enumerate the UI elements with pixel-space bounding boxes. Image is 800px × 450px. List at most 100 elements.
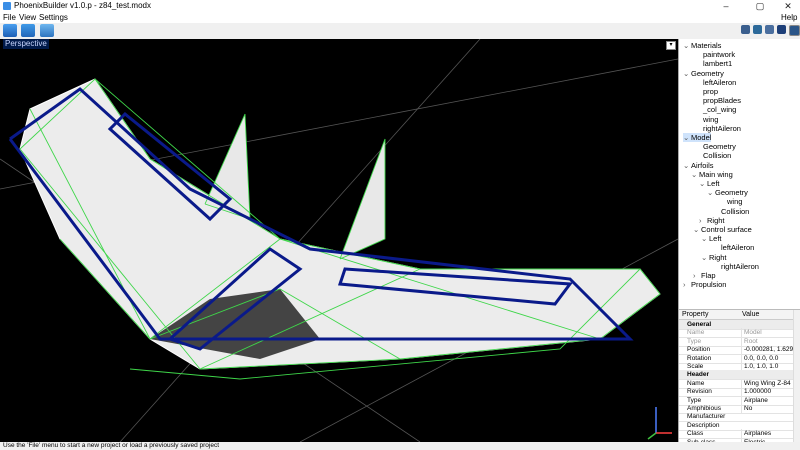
tree-item-label: Main wing: [699, 169, 733, 179]
tree-toggle-icon[interactable]: ⌄: [701, 253, 709, 262]
tree-item[interactable]: ⌄ Left: [701, 234, 722, 243]
tree-toggle-icon[interactable]: ⌄: [683, 69, 691, 78]
tree-item-label: Collision: [721, 206, 750, 216]
tree-item[interactable]: ⌄ Control surface: [693, 225, 752, 234]
view-wireframe-icon[interactable]: [789, 25, 800, 36]
view-side-icon[interactable]: [753, 25, 762, 34]
view-perspective-icon[interactable]: [777, 25, 786, 34]
view-front-icon[interactable]: [741, 25, 750, 34]
tree-item-label: Left: [707, 179, 720, 188]
tree-item[interactable]: prop: [695, 87, 718, 96]
tree-toggle-icon[interactable]: ⌄: [691, 170, 699, 179]
tree-item[interactable]: wing: [719, 197, 742, 206]
tree-item[interactable]: _col_wing: [695, 105, 736, 114]
tree-item[interactable]: Collision: [695, 151, 731, 160]
tree-item[interactable]: propBlades: [695, 96, 741, 105]
tree-item[interactable]: rightAileron: [713, 262, 759, 271]
maximize-icon[interactable]: ▢: [748, 0, 772, 12]
tree-toggle-icon[interactable]: ⌄: [707, 188, 715, 197]
tree-item[interactable]: ⌄ Geometry: [707, 188, 748, 197]
tree-item-label: lambert1: [703, 59, 733, 69]
tree-toggle-icon[interactable]: ⌄: [683, 161, 691, 170]
tree-item-label: wing: [727, 197, 743, 207]
tree-item[interactable]: Collision: [713, 207, 749, 216]
menu-settings[interactable]: Settings: [39, 12, 68, 23]
tree-toggle-icon[interactable]: ⌄: [683, 133, 691, 142]
tree-item-label: propBlades: [703, 96, 741, 106]
property-header: Property Value: [679, 310, 793, 320]
tree-item-label: Right: [709, 252, 727, 262]
airplane-model-render: [0, 39, 678, 442]
property-col-header: Property: [682, 311, 709, 318]
tree-item[interactable]: ⌄ Geometry: [683, 69, 724, 78]
tree-item[interactable]: wing: [695, 115, 718, 124]
tree-item[interactable]: leftAileron: [695, 78, 736, 87]
menu-bar: File View Settings Help: [0, 12, 800, 23]
title-bar: PhoenixBuilder v1.0.p - z84_test.modx – …: [0, 0, 800, 12]
tree-toggle-icon[interactable]: ›: [683, 280, 691, 289]
status-bar: Use the 'File' menu to start a new proje…: [0, 442, 800, 450]
tree-item[interactable]: ⌄ Airfoils: [683, 161, 714, 170]
tree-item-label: leftAileron: [721, 243, 755, 253]
tree-item-label: rightAileron: [703, 123, 741, 133]
tree-item[interactable]: › Flap: [693, 271, 716, 280]
tree-item-label: Geometry: [715, 188, 748, 198]
tree-item-label: paintwork: [703, 50, 736, 60]
close-icon[interactable]: ✕: [776, 0, 800, 12]
right-panel: ⌄ Materials paintwork lambert1 ⌄ Geometry left…: [678, 39, 800, 448]
tree-item-label: Control surface: [701, 225, 752, 234]
tree-item-label: Right: [707, 215, 725, 225]
window-title: PhoenixBuilder v1.0.p - z84_test.modx: [14, 1, 151, 10]
tree-item-label: Airfoils: [691, 160, 714, 170]
tree-item[interactable]: ⌄ Left: [699, 179, 720, 188]
app-icon: [3, 2, 11, 10]
tree-item[interactable]: › Propulsion: [683, 280, 726, 289]
tree-item[interactable]: Geometry: [695, 142, 736, 151]
tree-item-label: Model: [691, 133, 712, 142]
tree-toggle-icon[interactable]: ⌄: [693, 225, 701, 234]
tree-item[interactable]: paintwork: [695, 50, 735, 59]
tree-toggle-icon[interactable]: ⌄: [701, 234, 709, 243]
tree-item[interactable]: leftAileron: [713, 243, 754, 252]
tree-item[interactable]: › Right: [699, 216, 725, 225]
tree-item[interactable]: ⌄ Right: [701, 253, 727, 262]
open-project-icon[interactable]: [21, 24, 35, 37]
viewport-label: Perspective: [3, 39, 49, 49]
menu-file[interactable]: File: [3, 12, 16, 23]
tree-item[interactable]: ⌄ Materials: [683, 41, 721, 50]
tree-toggle-icon[interactable]: ⌄: [683, 41, 691, 50]
tree-item-label: Propulsion: [691, 280, 727, 290]
tree-item-label: Geometry: [703, 142, 736, 152]
tree-item-label: Geometry: [691, 68, 724, 78]
toolbar: [0, 23, 800, 39]
menu-help[interactable]: Help: [781, 12, 797, 23]
tree-item[interactable]: ⌄ Model: [683, 133, 712, 142]
property-grid: Property Value General Name Model Type Root P…: [679, 309, 800, 448]
viewport-menu-button[interactable]: ▾: [666, 41, 676, 50]
menu-view[interactable]: View: [19, 12, 36, 23]
tree-toggle-icon[interactable]: ›: [699, 216, 707, 225]
tree-item-label: Collision: [703, 151, 732, 161]
scene-tree: ⌄ Materials paintwork lambert1 ⌄ Geometry left…: [679, 41, 800, 309]
new-project-icon[interactable]: [3, 24, 17, 37]
property-scrollbar[interactable]: [793, 310, 800, 443]
tree-item-label: Flap: [701, 271, 716, 280]
view-top-icon[interactable]: [765, 25, 774, 34]
minimize-icon[interactable]: –: [714, 0, 738, 12]
tree-item[interactable]: lambert1: [695, 59, 732, 68]
3d-viewport[interactable]: Perspective ▾: [0, 39, 678, 442]
tree-item-label: leftAileron: [703, 77, 737, 87]
tree-toggle-icon[interactable]: ⌄: [699, 179, 707, 188]
tree-toggle-icon[interactable]: ›: [693, 271, 701, 280]
tree-item-label: prop: [703, 87, 719, 96]
tree-item-label: Materials: [691, 41, 722, 50]
tree-item-label: rightAileron: [721, 261, 759, 271]
tree-item-label: Left: [709, 234, 722, 244]
tree-item-label: wing: [703, 114, 719, 124]
status-text: Use the 'File' menu to start a new proje…: [3, 442, 220, 449]
tree-item[interactable]: rightAileron: [695, 124, 741, 133]
tree-item[interactable]: ⌄ Main wing: [691, 170, 733, 179]
tree-item-label: _col_wing: [703, 105, 737, 115]
save-project-icon[interactable]: [40, 24, 54, 37]
value-col-header: Value: [742, 311, 760, 318]
